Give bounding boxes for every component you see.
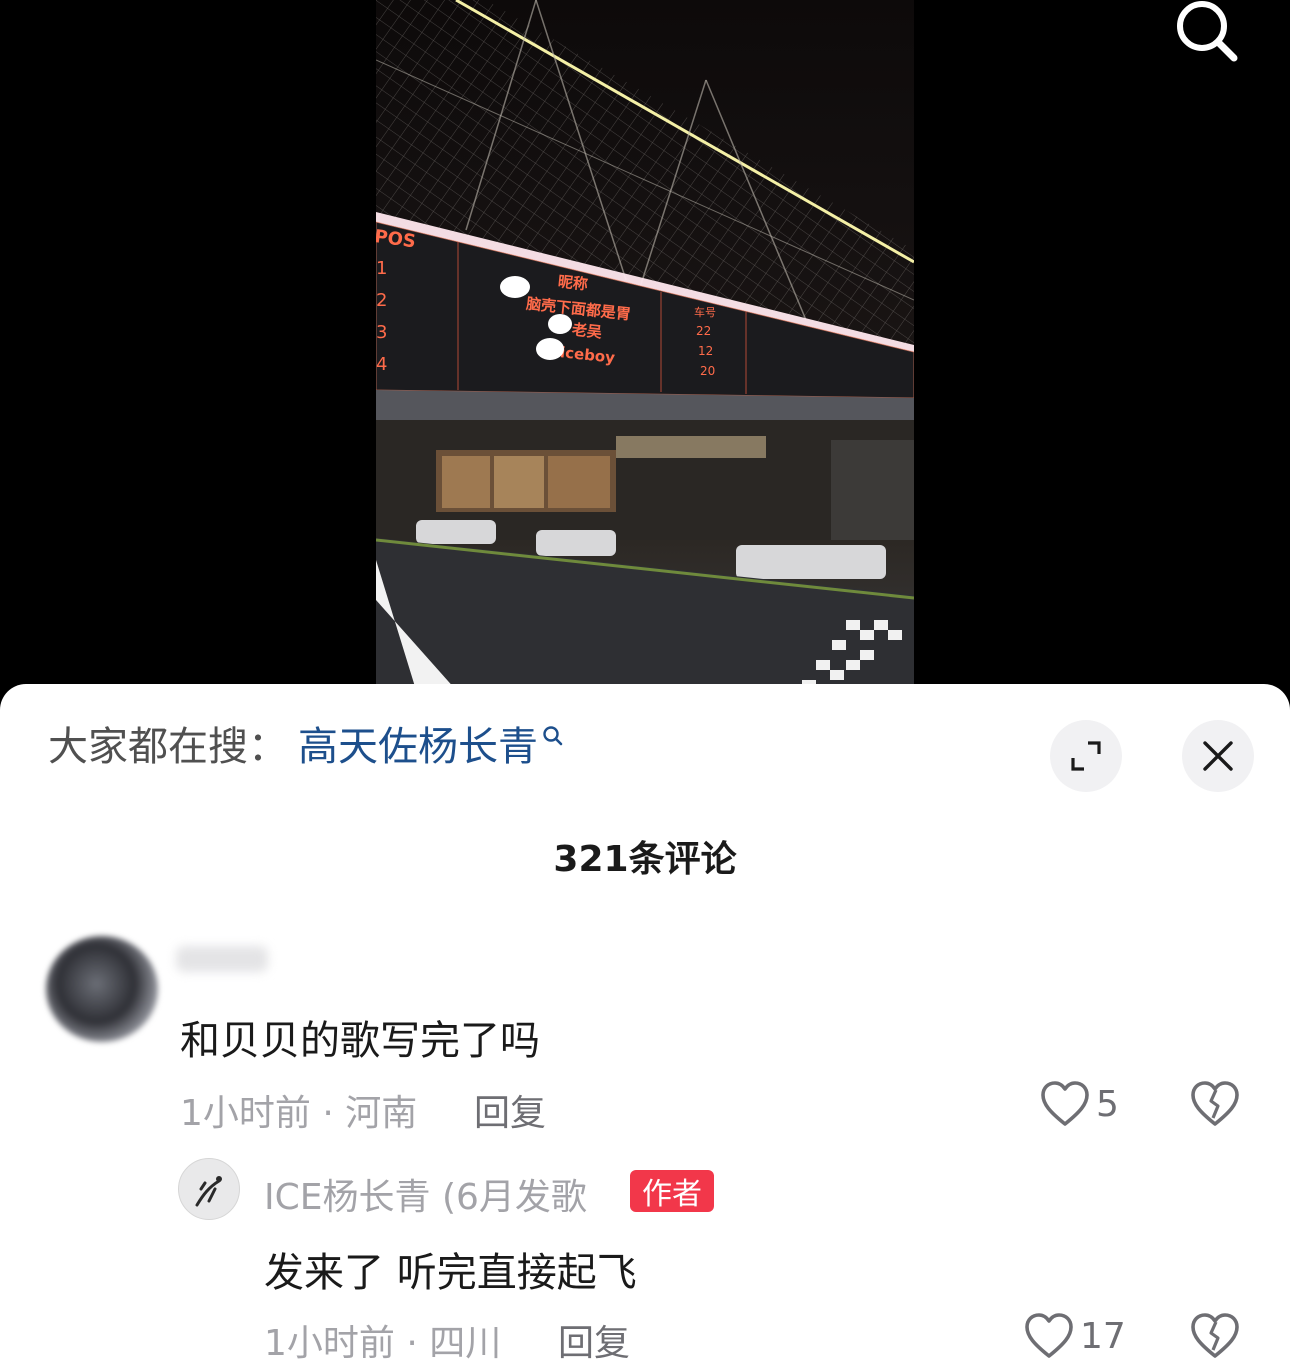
avatar[interactable]	[46, 936, 158, 1042]
board-pos-4: 4	[376, 354, 388, 375]
board-name-3: 老吴	[571, 320, 603, 342]
suggestion-prefix: 大家都在搜：	[48, 724, 288, 770]
blur-mark	[536, 338, 564, 360]
blur-mark	[500, 276, 530, 298]
heart-icon	[1041, 1081, 1089, 1126]
author-name[interactable]: ICE杨长青 (6月发歌	[264, 1168, 587, 1220]
suggestion-keyword-link[interactable]: 高天佐杨长青	[298, 714, 538, 772]
search-suggestion: 大家都在搜： 高天佐杨长青	[48, 718, 564, 770]
close-icon	[1203, 741, 1233, 771]
reply-button[interactable]: 回复	[474, 1084, 546, 1136]
close-button[interactable]	[1182, 720, 1254, 792]
heart-icon	[1025, 1313, 1073, 1358]
expand-button[interactable]	[1050, 720, 1122, 792]
board-car-3: 12	[698, 344, 714, 358]
reply-meta: 1小时前 · 四川	[264, 1323, 502, 1364]
board-pos-3: 3	[376, 322, 388, 343]
board-car-4: 20	[700, 364, 716, 378]
board-pos-1: 1	[376, 258, 388, 279]
video-frame[interactable]: POS 1 2 3 4 昵称 脑壳下面都是胃 老吴 iceboy 车号 22 1…	[376, 0, 914, 690]
expand-icon	[1071, 741, 1101, 771]
search-small-icon[interactable]	[542, 725, 564, 747]
board-car-2: 22	[696, 324, 712, 338]
broken-heart-icon	[1191, 1081, 1239, 1126]
board-car-header: 车号	[694, 306, 716, 319]
author-badge: 作者	[630, 1170, 714, 1212]
broken-heart-icon	[1191, 1313, 1239, 1358]
author-avatar[interactable]	[178, 1158, 240, 1220]
race-track-scene	[376, 0, 914, 690]
search-icon	[1177, 1, 1238, 62]
reply-button[interactable]: 回复	[558, 1314, 630, 1366]
blur-mark	[548, 314, 572, 334]
reply-text: 发来了 听完直接起飞	[264, 1250, 637, 1296]
board-pos-2: 2	[376, 290, 388, 311]
comment-meta: 1小时前 · 河南	[180, 1093, 418, 1134]
like-button[interactable]: 17	[1024, 1312, 1126, 1360]
dislike-button[interactable]	[1190, 1312, 1240, 1364]
video-player[interactable]: POS 1 2 3 4 昵称 脑壳下面都是胃 老吴 iceboy 车号 22 1…	[0, 0, 1290, 700]
username-blurred[interactable]	[176, 946, 268, 972]
board-name-header: 昵称	[557, 272, 589, 294]
comments-sheet: 大家都在搜： 高天佐杨长青 321条评论 和贝贝的歌写完了吗 1小时前 · 河南…	[0, 684, 1290, 1370]
like-count: 17	[1080, 1315, 1126, 1357]
like-button[interactable]: 5	[1040, 1080, 1119, 1128]
comment-text: 和贝贝的歌写完了吗	[180, 1018, 540, 1064]
search-button[interactable]	[1168, 0, 1244, 66]
like-count: 5	[1096, 1083, 1119, 1125]
author-avatar-image	[195, 1176, 222, 1207]
dislike-button[interactable]	[1190, 1080, 1240, 1132]
comment-count-title: 321条评论	[553, 839, 737, 880]
